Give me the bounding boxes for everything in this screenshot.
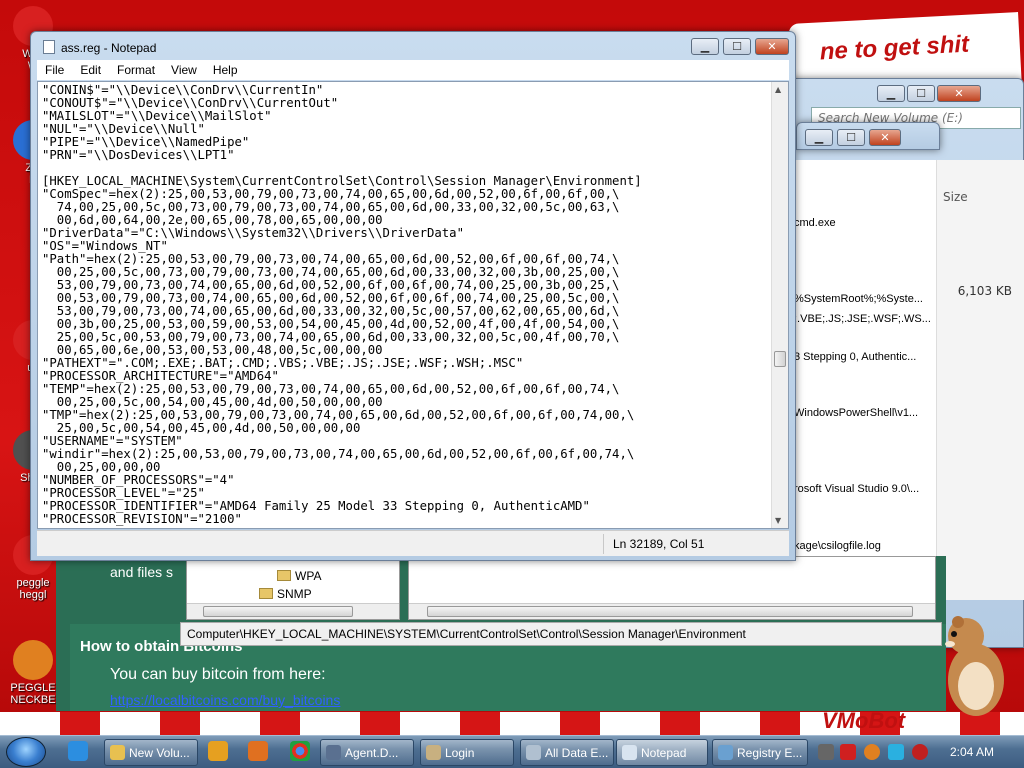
tree-node-snmp[interactable]: SNMP bbox=[259, 587, 312, 601]
page-text-1: and files s bbox=[110, 564, 174, 580]
chrome-icon[interactable] bbox=[290, 741, 310, 761]
regedit-close-button[interactable]: ✕ bbox=[869, 129, 901, 146]
tray-icon-2[interactable] bbox=[840, 744, 856, 760]
taskbar-button-label: Notepad bbox=[641, 746, 687, 760]
window-icon bbox=[526, 745, 541, 760]
regedit-maximize-button[interactable]: ☐ bbox=[837, 129, 865, 146]
notepad-minimize-button[interactable]: ▁ bbox=[691, 38, 719, 55]
menu-help[interactable]: Help bbox=[205, 63, 246, 77]
list-item[interactable]: rosoft Visual Studio 9.0\... bbox=[794, 483, 919, 495]
monitor-icon[interactable] bbox=[888, 744, 904, 760]
taskbar: New Volu... Agent.D... Login All Data E... N… bbox=[0, 735, 1024, 768]
taskbar-button-label: Agent.D... bbox=[345, 746, 399, 760]
folder-icon bbox=[259, 588, 273, 599]
ie-icon[interactable] bbox=[68, 741, 88, 761]
size-column: Size 6,103 KB bbox=[936, 160, 1024, 600]
notepad-maximize-button[interactable]: ☐ bbox=[723, 38, 751, 55]
text-line: "PRN"="\\DosDevices\\LPT1" bbox=[42, 148, 235, 162]
taskbar-button[interactable]: Agent.D... bbox=[320, 739, 414, 766]
explorer-minimize-button[interactable]: ▁ bbox=[877, 85, 905, 102]
menu-file[interactable]: File bbox=[37, 63, 72, 77]
regedit-tree[interactable]: WPA SNMP bbox=[186, 556, 400, 620]
search-icon[interactable] bbox=[864, 744, 880, 760]
list-item[interactable]: WindowsPowerShell\v1... bbox=[794, 407, 918, 419]
taskbar-button-label: New Volu... bbox=[129, 746, 190, 760]
size-value: 6,103 KB bbox=[957, 284, 1012, 298]
tree-node-label: SNMP bbox=[277, 587, 312, 601]
list-item[interactable]: 3 Stepping 0, Authentic... bbox=[794, 351, 916, 363]
window-icon bbox=[110, 745, 125, 760]
tree-node-wpa[interactable]: WPA bbox=[277, 569, 321, 583]
tray-icon-1[interactable] bbox=[818, 744, 834, 760]
taskbar-button-label: Login bbox=[445, 746, 475, 760]
tree-hscrollbar[interactable] bbox=[187, 603, 399, 619]
regedit-minimize-button[interactable]: ▁ bbox=[805, 129, 833, 146]
regedit-values-pane[interactable] bbox=[408, 556, 936, 620]
size-column-header[interactable]: Size bbox=[943, 190, 968, 204]
folder-icon bbox=[277, 570, 291, 581]
notepad-window[interactable]: ass.reg - Notepad ▁ ☐ ✕ File Edit Format… bbox=[30, 31, 796, 561]
notepad-editor[interactable]: "CONIN$"="\\Device\\ConDrv\\CurrentIn" "C… bbox=[37, 81, 789, 529]
taskbar-button-label: Registry E... bbox=[737, 746, 803, 760]
volume-icon[interactable] bbox=[912, 744, 928, 760]
list-item[interactable]: kage\csilogfile.log bbox=[794, 540, 881, 552]
values-hscrollbar[interactable] bbox=[409, 603, 935, 619]
taskbar-button[interactable]: Notepad bbox=[616, 739, 708, 766]
notepad-menubar: File Edit Format View Help bbox=[37, 60, 789, 80]
tree-hscroll-thumb[interactable] bbox=[203, 606, 353, 617]
taskbar-button[interactable]: Registry E... bbox=[712, 739, 808, 766]
explorer-close-button[interactable]: ✕ bbox=[937, 85, 981, 102]
menu-view[interactable]: View bbox=[163, 63, 205, 77]
clock[interactable]: 2:04 AM bbox=[950, 745, 994, 759]
list-item[interactable]: ;.VBE;.JS;.JSE;.WSF;.WS... bbox=[794, 313, 931, 325]
buy-bitcoins-link[interactable]: https://localbitcoins.com/buy_bitcoins bbox=[110, 692, 340, 708]
media-player-icon[interactable] bbox=[208, 741, 228, 761]
hamster-mascot-icon bbox=[945, 616, 1004, 716]
menu-edit[interactable]: Edit bbox=[72, 63, 109, 77]
explorer-maximize-button[interactable]: ☐ bbox=[907, 85, 935, 102]
taskbar-button-label: All Data E... bbox=[545, 746, 609, 760]
desktop-icon[interactable]: PEGGLE NECKBE bbox=[4, 640, 62, 706]
cursor-position: Ln 32189, Col 51 bbox=[613, 537, 705, 551]
window-icon bbox=[326, 745, 341, 760]
notepad-vscroll-thumb[interactable] bbox=[774, 351, 786, 367]
notepad-status-bar: Ln 32189, Col 51 bbox=[37, 530, 789, 556]
page-text-2: You can buy bitcoin from here: bbox=[110, 666, 326, 683]
window-icon bbox=[622, 745, 637, 760]
notepad-icon bbox=[43, 40, 55, 54]
scroll-down-icon[interactable]: ▼ bbox=[775, 516, 781, 525]
notepad-title-text: ass.reg - Notepad bbox=[61, 41, 157, 55]
list-item[interactable]: cmd.exe bbox=[794, 217, 836, 229]
start-button[interactable] bbox=[6, 737, 46, 767]
notepad-text-area[interactable]: "CONIN$"="\\Device\\ConDrv\\CurrentIn" "C… bbox=[42, 84, 770, 528]
list-item[interactable]: %SystemRoot%;%Syste... bbox=[794, 293, 923, 305]
wallpaper-brand: VMoBot bbox=[822, 708, 906, 733]
desktop-icon-label: PEGGLE NECKBE bbox=[10, 682, 56, 706]
window-icon bbox=[426, 745, 441, 760]
regedit-status-bar: Computer\HKEY_LOCAL_MACHINE\SYSTEM\Curre… bbox=[180, 622, 942, 646]
status-separator bbox=[603, 534, 604, 554]
window-icon bbox=[718, 745, 733, 760]
wallpaper-text: ne to get shit bbox=[819, 30, 970, 66]
scroll-up-icon[interactable]: ▲ bbox=[775, 85, 781, 94]
app-icon[interactable] bbox=[248, 741, 268, 761]
menu-format[interactable]: Format bbox=[109, 63, 163, 77]
notepad-close-button[interactable]: ✕ bbox=[755, 38, 789, 55]
tree-node-label: WPA bbox=[295, 569, 322, 583]
text-line: "PROCESSOR_REVISION"="2100" bbox=[42, 512, 242, 526]
notepad-vscrollbar[interactable]: ▲ ▼ bbox=[771, 82, 788, 528]
taskbar-button[interactable]: New Volu... bbox=[104, 739, 198, 766]
regedit-titlebar[interactable]: ▁ ☐ ✕ bbox=[796, 122, 940, 150]
desktop-icon-label: peggle heggl bbox=[16, 577, 50, 601]
taskbar-button[interactable]: All Data E... bbox=[520, 739, 614, 766]
notepad-title: ass.reg - Notepad bbox=[43, 40, 156, 55]
taskbar-button[interactable]: Login bbox=[420, 739, 514, 766]
values-hscroll-thumb[interactable] bbox=[427, 606, 913, 617]
app-icon bbox=[13, 640, 53, 680]
